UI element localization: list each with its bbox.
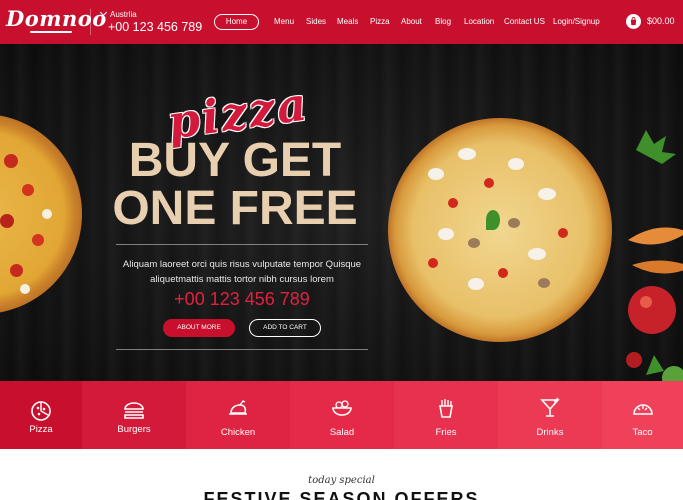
add-to-cart-button[interactable]: ADD TO CART [249,319,321,337]
hero-headline-line1: BUY GET [128,134,342,187]
category-label: Chicken [220,427,256,438]
hero-description-line2: aliquetmattis mattis tortor nibh cursus … [150,274,334,285]
logo-swoosh [30,31,72,33]
nav-pizza[interactable]: Pizza [370,13,390,31]
shopping-bag-icon [630,17,637,26]
burger-icon [124,402,144,419]
pizza-icon [31,401,51,421]
nav-location[interactable]: Location [464,13,494,31]
nav-sides[interactable]: Sides [306,13,326,31]
nav-login-signup[interactable]: Login/Signup [553,13,600,31]
nav-menu[interactable]: Menu [274,13,294,31]
cart-total: $00.00 [647,16,675,26]
hero-phone: +00 123 456 789 [174,289,310,309]
hero-headline-line2: ONE FREE [112,182,358,235]
category-label: Burgers [117,424,151,435]
nav-home[interactable]: Home [214,14,259,30]
nav-meals[interactable]: Meals [337,13,358,31]
about-more-button[interactable]: ABOUT MORE [163,319,235,337]
category-burgers[interactable]: Burgers [82,381,186,449]
country-selector[interactable]: Austrlia [99,8,137,19]
category-label: Taco [632,427,653,438]
taco-icon [632,404,653,415]
hero-divider-bottom [116,349,368,350]
category-taco[interactable]: Taco [602,381,683,449]
cocktail-icon [540,397,560,417]
hero-banner: pizza BUY GET ONE FREE Aliquam laoreet o… [0,44,683,381]
category-label: Salad [329,427,355,438]
chicken-icon [229,400,247,415]
chevron-down-icon [99,8,108,17]
pizza-image-right [388,118,612,342]
category-drinks[interactable]: Drinks [498,381,602,449]
header-phone: +00 123 456 789 [108,20,203,34]
category-label: Pizza [29,424,53,435]
category-chicken[interactable]: Chicken [186,381,290,449]
cart-button[interactable] [626,14,641,29]
category-label: Drinks [536,427,564,438]
country-label: Austrlia [110,10,137,19]
site-header: Domnoo Austrlia +00 123 456 789 Home Men… [0,0,683,44]
hero-description: Aliquam laoreet orci quis risus vulputat… [112,257,372,287]
special-script-heading: today special [308,475,375,486]
salad-bowl-icon [332,400,352,416]
category-salad[interactable]: Salad [290,381,394,449]
fries-icon [439,399,453,418]
category-pizza[interactable]: Pizza [0,381,82,449]
category-label: Fries [435,427,457,438]
hero-description-line1: Aliquam laoreet orci quis risus vulputat… [122,259,362,270]
nav-about[interactable]: About [401,13,422,31]
brand-logo[interactable]: Domnoo [6,6,107,31]
special-offers-section: today special FESTIVE SEASON OFFERS [0,449,683,500]
header-divider [90,9,91,35]
nav-contact[interactable]: Contact US [504,13,545,31]
vegetable-garnish [626,130,683,381]
category-bar: Pizza Burgers Chicken Salad Fries Drinks… [0,381,683,449]
category-fries[interactable]: Fries [394,381,498,449]
hero-divider-top [116,244,368,245]
nav-blog[interactable]: Blog [435,13,451,31]
special-title: FESTIVE SEASON OFFERS [203,489,480,500]
